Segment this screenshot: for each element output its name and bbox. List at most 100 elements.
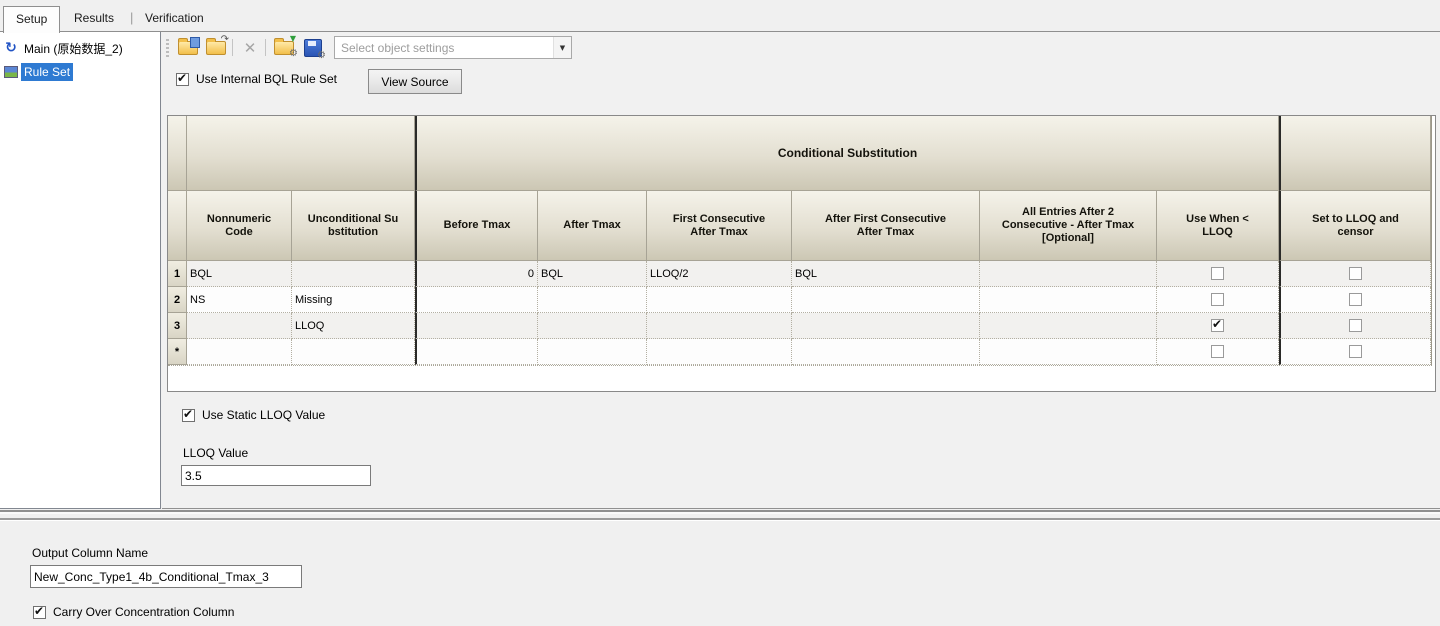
grid-cell-before-tmax[interactable] — [415, 339, 538, 365]
tree-item-rule-set[interactable]: Rule Set — [0, 60, 160, 84]
grid-cell-before-tmax[interactable]: 0 — [415, 261, 538, 287]
grid-cell-before-tmax[interactable] — [415, 313, 538, 339]
view-source-button[interactable]: View Source — [368, 69, 462, 94]
grid-cell-unconditional-substitution[interactable]: Missing — [292, 287, 415, 313]
rule-set-grid: Conditional Substitution Nonnumeric Code… — [168, 116, 1432, 366]
grid-corner-cell[interactable] — [168, 116, 187, 191]
grid-cell-after-tmax[interactable] — [538, 287, 647, 313]
open-settings-icon — [178, 37, 200, 55]
import-settings-icon: ▼ ⚙ — [274, 34, 298, 59]
chevron-down-icon[interactable]: ▼ — [553, 37, 571, 58]
row-header[interactable]: 3 — [168, 313, 187, 339]
object-settings-combobox[interactable]: Select object settings ▼ — [334, 36, 572, 59]
checkbox-icon[interactable] — [1211, 267, 1224, 280]
column-header-all-entries-after-2[interactable]: All Entries After 2 Consecutive - After … — [980, 191, 1157, 261]
grid-cell-after-tmax[interactable]: BQL — [538, 261, 647, 287]
checkbox-icon[interactable] — [1211, 293, 1224, 306]
grid-cell-first-consecutive-after-tmax[interactable] — [647, 313, 792, 339]
grid-cell-after-first-consecutive-after-tmax[interactable] — [792, 287, 980, 313]
use-internal-bql-checkbox[interactable] — [176, 71, 189, 86]
grid-cell-all-entries-after-2[interactable] — [980, 313, 1157, 339]
grid-cell-unconditional-substitution[interactable] — [292, 339, 415, 365]
tree-item-label: Rule Set — [21, 63, 74, 81]
column-header-nonnumeric-code[interactable]: Nonnumeric Code — [187, 191, 292, 261]
toolbar-grip[interactable] — [166, 39, 169, 57]
column-header-use-when-lt-lloq[interactable]: Use When < LLOQ — [1157, 191, 1279, 261]
grid-cell-after-first-consecutive-after-tmax[interactable] — [792, 339, 980, 365]
grid-checkbox-set-to-lloq-and-censor[interactable] — [1279, 313, 1431, 339]
checkbox-icon[interactable] — [1349, 293, 1362, 306]
grid-corner-cell[interactable] — [168, 191, 187, 261]
grid-checkbox-use-when-lt-lloq[interactable] — [1157, 287, 1279, 313]
tab-verification[interactable]: Verification — [133, 6, 216, 32]
object-tree-panel: ↻ Main (原始数据_2) Rule Set — [0, 32, 161, 509]
grid-checkbox-use-when-lt-lloq[interactable] — [1157, 313, 1279, 339]
main-content-panel: ↷ ✕ ▼⚙ ⚙ Select object settings ▼ Use In… — [162, 32, 1440, 509]
paste-settings-icon: ↷ — [206, 34, 229, 55]
checkbox-icon[interactable] — [1349, 345, 1362, 358]
checkbox-icon[interactable] — [1349, 319, 1362, 332]
checkbox-icon[interactable] — [1349, 267, 1362, 280]
delete-button[interactable]: ✕ — [238, 36, 262, 60]
column-header-after-first-consecutive-after-tmax[interactable]: After First Consecutive After Tmax — [792, 191, 980, 261]
lloq-value-input[interactable] — [181, 465, 371, 486]
output-section: Output Column Name Carry Over Concentrat… — [0, 521, 1440, 626]
grid-cell-first-consecutive-after-tmax[interactable] — [647, 287, 792, 313]
grid-checkbox-use-when-lt-lloq[interactable] — [1157, 261, 1279, 287]
grid-cell-nonnumeric-code[interactable] — [187, 339, 292, 365]
grid-cell-after-tmax[interactable] — [538, 313, 647, 339]
grid-checkbox-set-to-lloq-and-censor[interactable] — [1279, 287, 1431, 313]
grid-cell-nonnumeric-code[interactable] — [187, 313, 292, 339]
grid-cell-unconditional-substitution[interactable]: LLOQ — [292, 313, 415, 339]
column-header-unconditional-substitution[interactable]: Unconditional Substitution — [292, 191, 415, 261]
use-internal-bql-option: Use Internal BQL Rule Set — [176, 71, 337, 86]
output-column-name-input[interactable] — [30, 565, 302, 588]
lloq-value-label: LLOQ Value — [183, 446, 249, 460]
grid-group-blank-right — [1279, 116, 1431, 191]
output-column-name-label: Output Column Name — [32, 546, 149, 560]
tab-setup[interactable]: Setup — [3, 6, 61, 33]
import-settings-button[interactable]: ▼ ⚙ — [272, 34, 298, 60]
grid-cell-first-consecutive-after-tmax[interactable]: LLOQ/2 — [647, 261, 792, 287]
open-settings-button[interactable] — [176, 36, 200, 60]
workflow-icon: ↻ — [5, 40, 17, 56]
tree-item-main[interactable]: ↻ Main (原始数据_2) — [0, 36, 160, 60]
tab-results[interactable]: Results — [62, 6, 126, 32]
grid-cell-after-first-consecutive-after-tmax[interactable] — [792, 313, 980, 339]
new-row-header[interactable]: * — [168, 339, 187, 365]
row-header[interactable]: 1 — [168, 261, 187, 287]
grid-group-header-conditional-substitution: Conditional Substitution — [415, 116, 1279, 191]
carry-over-option: Carry Over Concentration Column — [33, 604, 234, 619]
save-settings-icon: ⚙ — [304, 39, 326, 61]
delete-icon: ✕ — [243, 39, 257, 57]
row-header[interactable]: 2 — [168, 287, 187, 313]
grid-cell-unconditional-substitution[interactable] — [292, 261, 415, 287]
grid-cell-nonnumeric-code[interactable]: BQL — [187, 261, 292, 287]
grid-cell-all-entries-after-2[interactable] — [980, 339, 1157, 365]
tree-item-label: Main (原始数据_2) — [24, 41, 123, 56]
save-settings-button[interactable]: ⚙ — [301, 36, 326, 61]
grid-cell-before-tmax[interactable] — [415, 287, 538, 313]
carry-over-checkbox[interactable] — [33, 604, 46, 619]
use-static-lloq-checkbox[interactable] — [182, 407, 195, 422]
grid-cell-all-entries-after-2[interactable] — [980, 261, 1157, 287]
grid-cell-after-tmax[interactable] — [538, 339, 647, 365]
paste-settings-button[interactable]: ↷ — [204, 34, 229, 60]
grid-checkbox-set-to-lloq-and-censor[interactable] — [1279, 261, 1431, 287]
column-header-after-tmax[interactable]: After Tmax — [538, 191, 647, 261]
grid-cell-nonnumeric-code[interactable]: NS — [187, 287, 292, 313]
grid-checkbox-use-when-lt-lloq[interactable] — [1157, 339, 1279, 365]
column-header-before-tmax[interactable]: Before Tmax — [415, 191, 538, 261]
panel-separator — [0, 512, 1440, 514]
checkbox-checked-icon[interactable] — [1211, 317, 1224, 332]
column-header-set-to-lloq-and-censor[interactable]: Set to LLOQ and censor — [1279, 191, 1431, 261]
grid-checkbox-set-to-lloq-and-censor[interactable] — [1279, 339, 1431, 365]
grid-cell-first-consecutive-after-tmax[interactable] — [647, 339, 792, 365]
checkbox-icon[interactable] — [1211, 345, 1224, 358]
toolbar-separator — [232, 39, 233, 56]
grid-cell-all-entries-after-2[interactable] — [980, 287, 1157, 313]
column-header-first-consecutive-after-tmax[interactable]: First Consecutive After Tmax — [647, 191, 792, 261]
use-static-lloq-option: Use Static LLOQ Value — [182, 407, 325, 422]
grid-cell-after-first-consecutive-after-tmax[interactable]: BQL — [792, 261, 980, 287]
ruleset-icon — [4, 66, 18, 78]
